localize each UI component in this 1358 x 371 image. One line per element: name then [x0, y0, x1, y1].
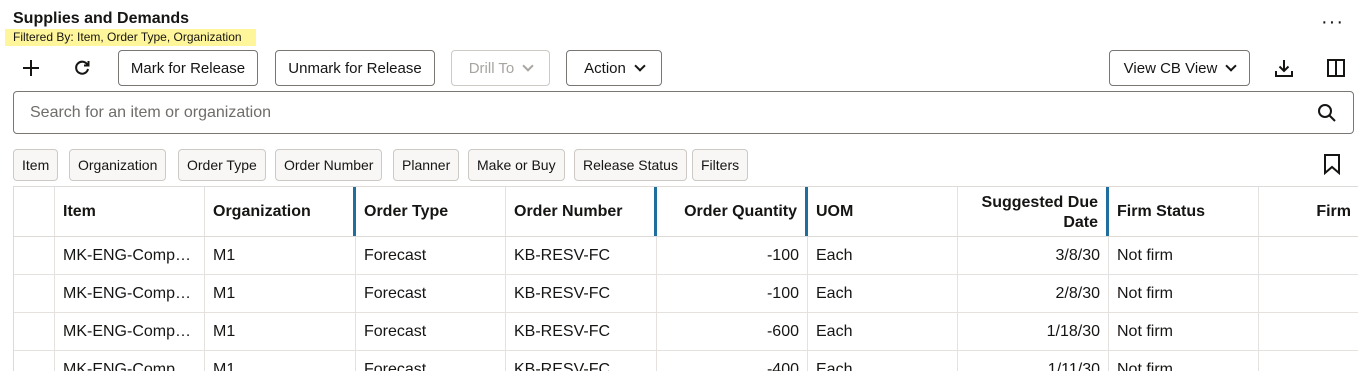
- item-text: MK-ENG-Comp…: [63, 246, 192, 264]
- header-organization[interactable]: Organization: [205, 187, 356, 236]
- data-table: Item Organization Order Type Order Numbe…: [13, 186, 1358, 371]
- organization-cell: M1: [205, 237, 356, 274]
- search-input[interactable]: [30, 92, 1300, 133]
- action-label: Action: [584, 59, 626, 77]
- order-number-cell: KB-RESV-FC: [506, 275, 657, 312]
- table-row[interactable]: MK-ENG-Comp… M1 Forecast KB-RESV-FC -100…: [14, 237, 1358, 275]
- item-text: MK-ENG-Comp…: [63, 284, 192, 302]
- table-header: Item Organization Order Type Order Numbe…: [14, 187, 1358, 237]
- plus-icon[interactable]: [13, 50, 49, 86]
- item-cell: MK-ENG-Comp…: [55, 237, 205, 274]
- uom-cell: Each: [808, 237, 958, 274]
- mark-for-release-button[interactable]: Mark for Release: [118, 50, 258, 86]
- table-row[interactable]: MK-ENG-Comp… M1 Forecast KB-RESV-FC -400…: [14, 351, 1358, 371]
- order-quantity-cell: -600: [657, 313, 808, 350]
- order-number-cell: KB-RESV-FC: [506, 313, 657, 350]
- header-order-number[interactable]: Order Number: [506, 187, 657, 236]
- due-date-cell: 3/8/30: [958, 237, 1109, 274]
- toolbar: Mark for Release Unmark for Release Dril…: [0, 50, 1358, 86]
- row-select-cell[interactable]: [14, 313, 55, 350]
- filter-summary: Filtered By: Item, Order Type, Organizat…: [5, 29, 256, 46]
- table-row[interactable]: MK-ENG-Comp… M1 Forecast KB-RESV-FC -600…: [14, 313, 1358, 351]
- search-icon[interactable]: [1317, 103, 1337, 123]
- chevron-down-icon: [522, 60, 534, 72]
- header-suggested-due-date[interactable]: Suggested Due Date: [958, 187, 1109, 236]
- drill-to-label: Drill To: [468, 59, 515, 77]
- chip-organization[interactable]: Organization: [69, 149, 167, 181]
- search-box: [13, 91, 1354, 134]
- firm-cell: [1259, 351, 1358, 371]
- chip-make-or-buy[interactable]: Make or Buy: [468, 149, 565, 181]
- firm-status-cell: Not firm: [1109, 351, 1259, 371]
- chip-item[interactable]: Item: [13, 149, 59, 181]
- firm-cell: [1259, 313, 1358, 350]
- uom-cell: Each: [808, 351, 958, 371]
- more-options-icon[interactable]: ···: [1321, 12, 1344, 32]
- chip-order-type[interactable]: Order Type: [178, 149, 266, 181]
- order-quantity-cell: -100: [657, 275, 808, 312]
- header-firm[interactable]: Firm: [1259, 187, 1358, 236]
- row-select-cell[interactable]: [14, 351, 55, 371]
- chevron-down-icon: [1225, 60, 1237, 72]
- view-label: View CB View: [1123, 59, 1218, 77]
- order-quantity-cell: -100: [657, 237, 808, 274]
- item-cell: MK-ENG-Comp…: [55, 275, 205, 312]
- order-type-cell: Forecast: [356, 313, 506, 350]
- header-order-type[interactable]: Order Type: [356, 187, 506, 236]
- action-button[interactable]: Action: [566, 50, 662, 86]
- uom-cell: Each: [808, 275, 958, 312]
- due-date-cell: 1/11/30: [958, 351, 1109, 371]
- bookmark-icon[interactable]: [1322, 153, 1342, 176]
- drill-to-button[interactable]: Drill To: [451, 50, 550, 86]
- firm-status-cell: Not firm: [1109, 313, 1259, 350]
- item-text: MK-ENG-Comp…: [63, 360, 192, 371]
- firm-status-cell: Not firm: [1109, 275, 1259, 312]
- item-cell: MK-ENG-Comp…: [55, 313, 205, 350]
- download-icon[interactable]: [1266, 50, 1302, 86]
- order-type-cell: Forecast: [356, 237, 506, 274]
- organization-cell: M1: [205, 275, 356, 312]
- chip-release-status[interactable]: Release Status: [574, 149, 687, 181]
- header-select: [14, 187, 55, 236]
- table-row[interactable]: MK-ENG-Comp… M1 Forecast KB-RESV-FC -100…: [14, 275, 1358, 313]
- page-title: Supplies and Demands: [13, 10, 190, 27]
- due-date-cell: 1/18/30: [958, 313, 1109, 350]
- split-panel-icon[interactable]: [1318, 50, 1354, 86]
- unmark-for-release-button[interactable]: Unmark for Release: [275, 50, 435, 86]
- row-select-cell[interactable]: [14, 237, 55, 274]
- order-type-cell: Forecast: [356, 351, 506, 371]
- chip-planner[interactable]: Planner: [393, 149, 460, 181]
- order-type-cell: Forecast: [356, 275, 506, 312]
- chip-order-number[interactable]: Order Number: [275, 149, 383, 181]
- row-select-cell[interactable]: [14, 275, 55, 312]
- refresh-icon[interactable]: [64, 50, 100, 86]
- firm-cell: [1259, 237, 1358, 274]
- order-number-cell: KB-RESV-FC: [506, 237, 657, 274]
- item-text: MK-ENG-Comp…: [63, 322, 192, 340]
- organization-cell: M1: [205, 313, 356, 350]
- item-cell: MK-ENG-Comp…: [55, 351, 205, 371]
- uom-cell: Each: [808, 313, 958, 350]
- organization-cell: M1: [205, 351, 356, 371]
- firm-cell: [1259, 275, 1358, 312]
- header-firm-status[interactable]: Firm Status: [1109, 187, 1259, 236]
- view-select-button[interactable]: View CB View: [1109, 50, 1250, 86]
- due-date-cell: 2/8/30: [958, 275, 1109, 312]
- order-quantity-cell: -400: [657, 351, 808, 371]
- header-uom[interactable]: UOM: [808, 187, 958, 236]
- order-number-cell: KB-RESV-FC: [506, 351, 657, 371]
- chevron-down-icon: [634, 60, 646, 72]
- header-item[interactable]: Item: [55, 187, 205, 236]
- firm-status-cell: Not firm: [1109, 237, 1259, 274]
- header-order-quantity[interactable]: Order Quantity: [657, 187, 808, 236]
- chip-filters[interactable]: Filters: [692, 149, 749, 181]
